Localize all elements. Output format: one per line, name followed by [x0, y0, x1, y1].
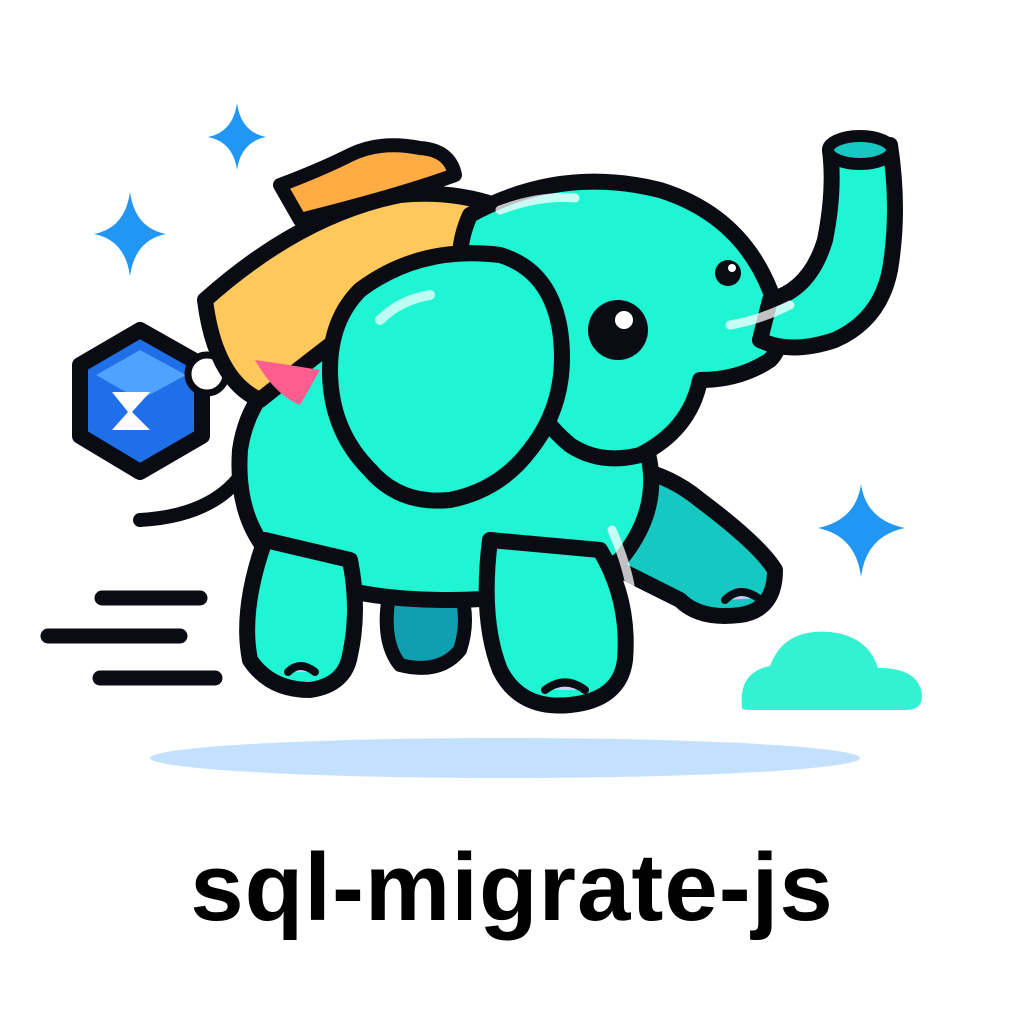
speed-lines-icon [40, 590, 223, 686]
ground-shadow [150, 738, 860, 778]
cube-icon [72, 322, 230, 480]
elephant-mascot-icon [133, 130, 903, 714]
project-title: sql-migrate-js [190, 834, 834, 941]
cloud-icon [741, 631, 922, 710]
